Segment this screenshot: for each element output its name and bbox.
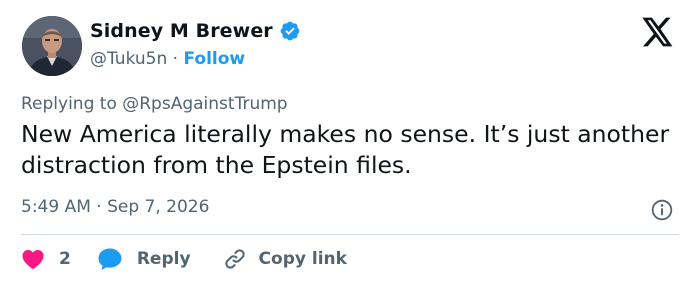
author-name-row: Sidney M Brewer [90, 20, 301, 42]
copy-link-button[interactable]: Copy link [223, 247, 347, 271]
like-count: 2 [59, 249, 71, 269]
info-icon[interactable] [651, 199, 673, 221]
reply-label: Reply [136, 249, 191, 269]
replying-to-mention[interactable]: @RpsAgainstTrump [122, 94, 287, 114]
author-handle[interactable]: @Tuku5n [90, 49, 167, 69]
divider [21, 234, 679, 235]
link-icon [224, 249, 245, 269]
tweet-embed-card: Sidney M Brewer @Tuku5n · Follow Replyin… [0, 0, 700, 287]
verified-badge-icon [279, 20, 301, 42]
handle-separator: · [172, 49, 179, 69]
tweet-date[interactable]: Sep 7, 2026 [107, 197, 209, 217]
author-handle-row: @Tuku5n · Follow [90, 49, 245, 69]
follow-button[interactable]: Follow [183, 49, 245, 69]
author-name[interactable]: Sidney M Brewer [90, 20, 273, 42]
x-logo-icon[interactable] [641, 17, 674, 47]
copy-link-label: Copy link [258, 249, 347, 269]
tweet-timestamp[interactable]: 5:49 AM · Sep 7, 2026 [21, 197, 209, 217]
reply-bubble-icon [98, 248, 122, 270]
tweet-time[interactable]: 5:49 AM [21, 197, 91, 217]
like-button[interactable]: 2 [21, 248, 71, 270]
replying-to: Replying to @RpsAgainstTrump [21, 94, 288, 114]
avatar-photo [22, 16, 82, 76]
heart-icon [22, 250, 44, 270]
reply-button[interactable]: Reply [97, 247, 191, 271]
avatar[interactable] [22, 16, 82, 76]
timestamp-separator: · [96, 197, 102, 217]
action-bar: 2 Reply Copy link [21, 247, 347, 271]
replying-to-label: Replying to [21, 94, 117, 114]
tweet-text: New America literally makes no sense. It… [21, 120, 670, 179]
